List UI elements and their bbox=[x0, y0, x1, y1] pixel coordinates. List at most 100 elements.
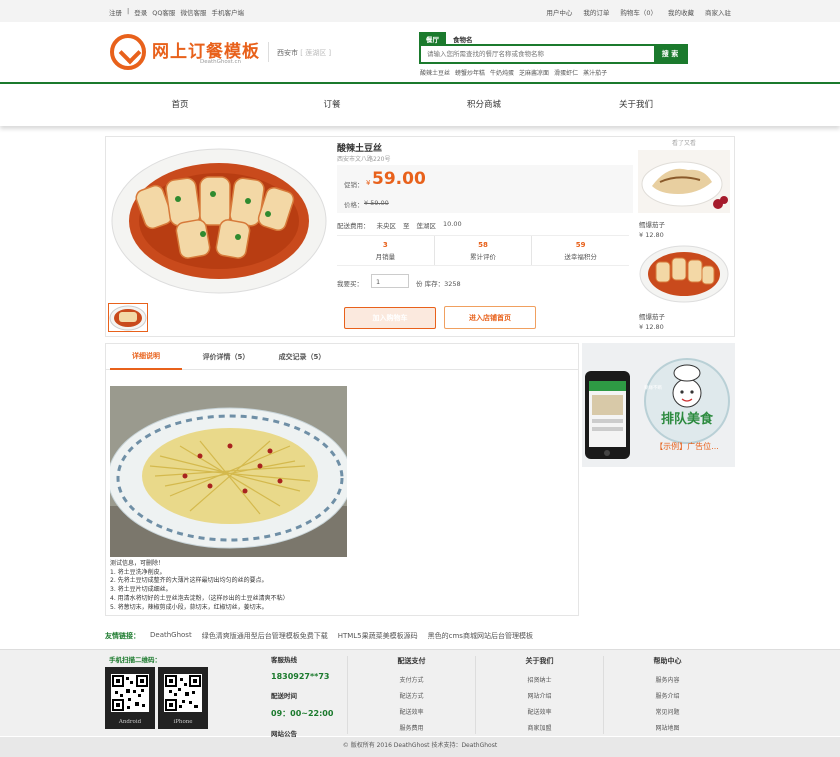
footer-link[interactable]: 网站地图 bbox=[604, 721, 731, 737]
hot-keyword[interactable]: 滑蛋虾仁 bbox=[554, 68, 578, 77]
related-item-price: ¥ 12.80 bbox=[639, 323, 664, 331]
quantity-input[interactable]: 1 bbox=[371, 274, 409, 288]
delivery-fee-row: 配送费用： 未央区 至 莲湖区 10.00 bbox=[337, 220, 462, 230]
favorites-link[interactable]: 我的收藏 bbox=[668, 7, 694, 17]
merchant-join-link[interactable]: 商家入驻 bbox=[705, 7, 731, 17]
footer-col-help: 帮助中心 服务内容 服务介绍 常见问题 网站地图 bbox=[603, 656, 731, 734]
search-button[interactable]: 搜 索 bbox=[654, 46, 686, 62]
delivery-fee-label: 配送费用： bbox=[337, 222, 370, 230]
search-box: 搜 索 bbox=[419, 44, 688, 64]
qr-caption: Android bbox=[118, 719, 142, 725]
stat-number: 58 bbox=[478, 240, 488, 249]
tab-transactions[interactable]: 成交记录（5） bbox=[264, 344, 340, 370]
mobile-client-link[interactable]: 手机客户端 bbox=[211, 7, 244, 17]
related-item-image[interactable] bbox=[638, 242, 730, 305]
stock-info: 份 库存：3258 bbox=[416, 280, 461, 288]
top-links-right: 用户中心 我的订单 购物车（0） 我的收藏 商家入驻 bbox=[546, 7, 731, 17]
qr-code-iphone: iPhone bbox=[158, 667, 208, 729]
city-name: 西安市 bbox=[277, 49, 298, 57]
add-to-cart-button[interactable]: 加入购物车 bbox=[344, 307, 436, 329]
qr-caption: iPhone bbox=[173, 719, 193, 725]
original-price-label: 价格： bbox=[344, 201, 364, 209]
footer-col-title: 配送支付 bbox=[397, 657, 426, 665]
logo-subtitle: DeathGhost.cn bbox=[200, 59, 242, 65]
stat-label: 送幸福积分 bbox=[564, 252, 597, 261]
product-stats: 3 月销量 58 累计评价 59 送幸福积分 bbox=[337, 235, 629, 266]
detail-dish-image bbox=[110, 386, 347, 557]
related-item-name[interactable]: 鳕爆茄子 bbox=[639, 311, 665, 321]
description-line: 2. 先将土豆切成整齐的大薄片这样最切出均匀的丝的要点。 bbox=[110, 577, 268, 585]
hot-keyword[interactable]: 蒸汁茄子 bbox=[583, 68, 607, 77]
tab-reviews[interactable]: 评价详情（5） bbox=[188, 344, 264, 370]
district-name: [ 莲湖区 ] bbox=[300, 49, 332, 57]
footer-link[interactable]: 配送方式 bbox=[348, 689, 475, 705]
register-link[interactable]: 注册 bbox=[109, 7, 122, 17]
delivery-time: 09：00~22:00 bbox=[271, 709, 334, 718]
stat-number: 3 bbox=[382, 240, 388, 249]
related-item-price: ¥ 12.80 bbox=[639, 231, 664, 239]
description-line: 测试信息，可删除！ bbox=[110, 560, 165, 567]
ad-caption: 【示例】广告位... bbox=[655, 441, 719, 451]
nav-item-points-mall[interactable]: 积分商城 bbox=[409, 84, 559, 124]
stat-label: 月销量 bbox=[375, 252, 396, 261]
hot-keyword[interactable]: 芝麻酱凉面 bbox=[519, 68, 549, 77]
search-tab-food[interactable]: 食物名 bbox=[446, 32, 480, 44]
product-thumbnail[interactable] bbox=[108, 303, 148, 332]
promo-price: 59.00 bbox=[372, 169, 426, 189]
copyright: © 版权所有 2016 DeathGhost 技术支持：DeathGhost bbox=[0, 737, 840, 757]
currency-symbol: ¥ bbox=[366, 179, 371, 187]
my-orders-link[interactable]: 我的订单 bbox=[583, 7, 609, 17]
friend-links: 友情链接： DeathGhost 绿色清爽版通用型后台管理模板免费下载 HTML… bbox=[105, 631, 533, 641]
search-input[interactable] bbox=[421, 46, 651, 62]
nav-item-home[interactable]: 首页 bbox=[105, 84, 255, 124]
friend-link[interactable]: HTML5果蔬菜美模板源码 bbox=[338, 631, 418, 641]
friend-link[interactable]: 黑色的cms商城网站后台管理模板 bbox=[428, 631, 533, 641]
enter-shop-button[interactable]: 进入店铺首页 bbox=[444, 306, 536, 329]
footer-link[interactable]: 支付方式 bbox=[348, 673, 475, 689]
stat-label: 累计评价 bbox=[470, 252, 496, 261]
hot-keyword[interactable]: 酸辣土豆丝 bbox=[420, 68, 450, 77]
footer-col-about: 关于我们 招贤纳士 网站介绍 配送效率 商家加盟 bbox=[475, 656, 603, 734]
footer-link[interactable]: 配送效率 bbox=[348, 705, 475, 721]
footer-link[interactable]: 服务费用 bbox=[348, 721, 475, 737]
footer-link[interactable]: 招贤纳士 bbox=[476, 673, 603, 689]
stat-monthly-sales: 3 月销量 bbox=[337, 236, 435, 265]
stat-number: 59 bbox=[575, 240, 586, 249]
user-center-link[interactable]: 用户中心 bbox=[546, 7, 572, 17]
hot-keyword[interactable]: 螃蟹炒年糕 bbox=[455, 68, 485, 77]
main-nav: 首页 订餐 积分商城 关于我们 bbox=[0, 84, 840, 126]
hot-keywords: 酸辣土豆丝 螃蟹炒年糕 牛奶炖蛋 芝麻酱凉面 滑蛋虾仁 蒸汁茄子 bbox=[420, 68, 607, 77]
nav-item-about[interactable]: 关于我们 bbox=[561, 84, 711, 124]
product-main-image[interactable] bbox=[108, 139, 330, 297]
stat-points: 59 送幸福积分 bbox=[532, 236, 629, 265]
friend-link[interactable]: DeathGhost bbox=[150, 631, 192, 641]
product-title: 酸辣土豆丝 bbox=[337, 144, 383, 154]
ad-banner[interactable]: 排队美食 蒙缘不断 【示例】广告位... bbox=[582, 343, 735, 467]
logo-icon[interactable] bbox=[110, 34, 146, 70]
original-price: ¥ 59.00 bbox=[364, 199, 389, 207]
related-item-image[interactable] bbox=[638, 150, 730, 213]
hot-keyword[interactable]: 牛奶炖蛋 bbox=[490, 68, 514, 77]
ad-title: 排队美食 bbox=[661, 411, 714, 427]
footer-contact: 客服热线 1830927**73 配送时间 09：00~22:00 网站公告 bbox=[271, 654, 333, 738]
footer-link[interactable]: 网站介绍 bbox=[476, 689, 603, 705]
footer-link[interactable]: 常见问题 bbox=[604, 705, 731, 721]
login-link[interactable]: 登录 bbox=[134, 7, 147, 17]
friend-link[interactable]: 绿色清爽版通用型后台管理模板免费下载 bbox=[202, 631, 328, 641]
search-tab-restaurant[interactable]: 餐厅 bbox=[419, 32, 446, 44]
tab-description[interactable]: 详细说明 bbox=[110, 344, 182, 370]
related-item-name[interactable]: 鳕爆茄子 bbox=[639, 219, 665, 229]
related-header: 看了又看 bbox=[671, 140, 696, 147]
footer-link[interactable]: 服务内容 bbox=[604, 673, 731, 689]
wechat-service-link[interactable]: 微信客服 bbox=[180, 7, 206, 17]
detail-tabs: 详细说明 评价详情（5） 成交记录（5） bbox=[106, 344, 578, 370]
qq-service-link[interactable]: QQ客服 bbox=[152, 7, 175, 17]
nav-item-order[interactable]: 订餐 bbox=[257, 84, 407, 124]
footer-link[interactable]: 商家加盟 bbox=[476, 721, 603, 737]
cart-link[interactable]: 购物车（0） bbox=[620, 7, 657, 17]
footer-link[interactable]: 服务介绍 bbox=[604, 689, 731, 705]
footer-link[interactable]: 配送效率 bbox=[476, 705, 603, 721]
city-selector[interactable]: 西安市 [ 莲湖区 ] bbox=[268, 42, 331, 62]
stat-reviews[interactable]: 58 累计评价 bbox=[435, 236, 533, 265]
description-line: 5. 将葱切末，辣椒剪成小段，蒜切末，红椒切丝，姜切末。 bbox=[110, 603, 268, 611]
